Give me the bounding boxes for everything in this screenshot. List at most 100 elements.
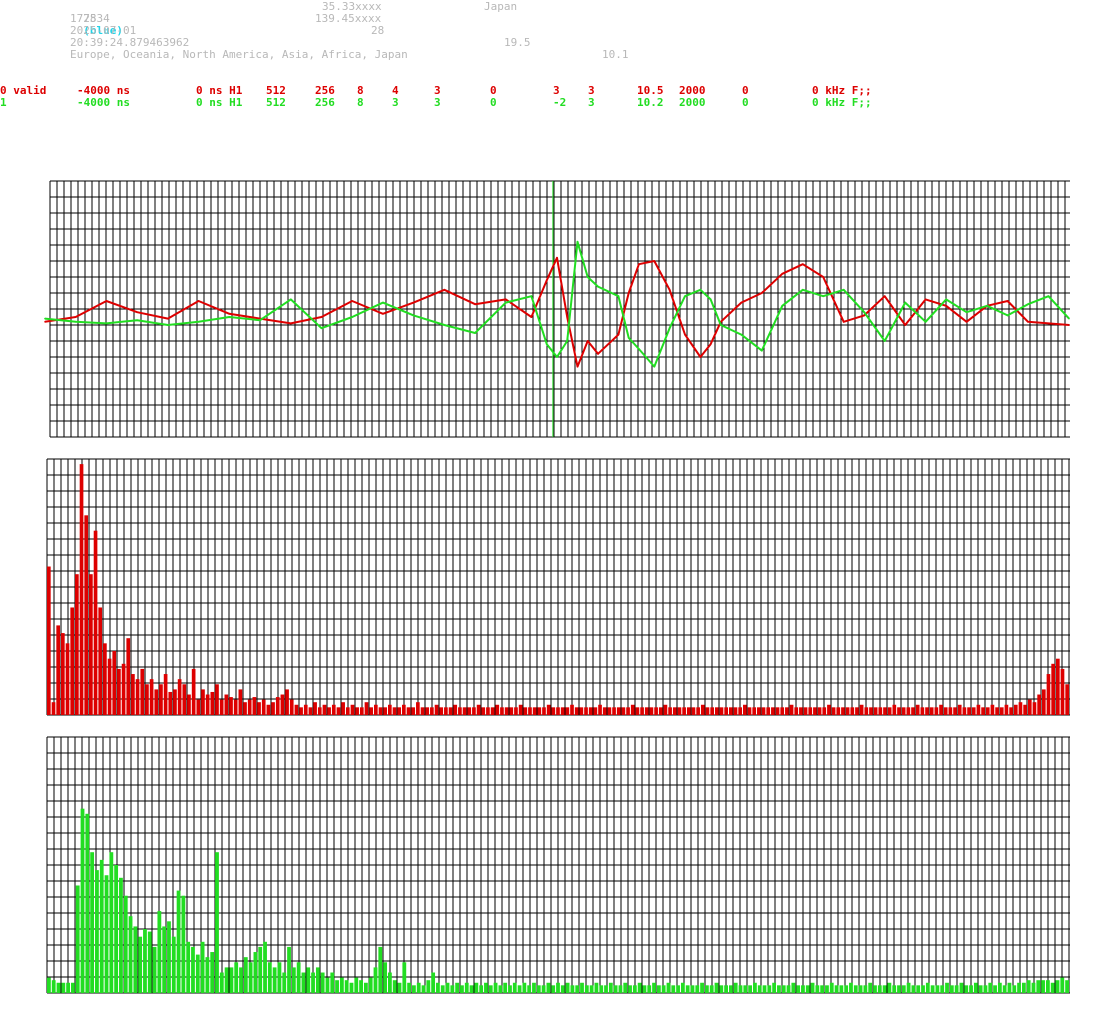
spectrum-bar: [845, 707, 850, 715]
spectrum-bar: [152, 946, 157, 993]
spectrum-bar: [327, 707, 331, 715]
spectrum-bar: [458, 707, 462, 715]
spectrum-bar: [500, 707, 504, 715]
waveform-point: [904, 324, 906, 326]
spectrum-bar: [971, 707, 976, 715]
spectrum-bar: [785, 707, 789, 715]
spectrum-bar: [780, 707, 785, 715]
spectrum-bar: [339, 977, 344, 993]
spectrum-bar: [186, 941, 191, 993]
spectrum-bar: [685, 985, 690, 993]
waveform-point: [412, 314, 415, 317]
spectrum-bar: [430, 707, 434, 715]
waveform-point: [586, 340, 589, 342]
spectrum-bar: [632, 985, 637, 993]
spectrum-bar: [626, 707, 630, 715]
spectrum-bar: [512, 982, 517, 993]
spectrum-bar: [1065, 684, 1069, 715]
spectrum-bar: [224, 694, 229, 715]
spectrum-bar: [1013, 704, 1018, 715]
spectrum-bar: [767, 985, 772, 993]
spectrum-bar: [911, 985, 916, 993]
spectrum-bar: [138, 936, 143, 993]
waveform-point: [1068, 317, 1070, 320]
spectrum-bar: [99, 859, 104, 993]
waveform-point: [105, 300, 108, 302]
spectrum-bar: [883, 707, 887, 715]
waveform-point: [863, 314, 865, 317]
spectrum-bar: [112, 651, 117, 715]
spectrum-bar: [777, 985, 781, 993]
waveform-point: [863, 311, 865, 314]
spectrum-bar: [308, 707, 313, 715]
spectrum-bar: [98, 607, 103, 715]
spectrum-bar: [486, 707, 490, 715]
waveform-point: [197, 321, 200, 323]
spectrum-bar: [593, 707, 598, 715]
spectrum-bar: [724, 985, 728, 993]
spectrum-bar: [331, 704, 336, 715]
spectrum-bar: [243, 702, 247, 715]
spectrum-bar: [915, 704, 920, 715]
spectrum-bar: [690, 985, 695, 993]
spectrum-bar: [1012, 985, 1017, 993]
spectrum-bar: [317, 707, 322, 715]
spectrum-bar: [939, 704, 943, 715]
waveform-point: [505, 301, 507, 304]
waveform-point: [801, 263, 804, 266]
spectrum-bar: [528, 707, 532, 715]
spectrum-bar: [995, 707, 999, 715]
spectrum-bar: [959, 982, 964, 993]
spectrum-bar: [925, 707, 929, 715]
spectrum-bar: [859, 704, 864, 715]
spectrum-bar: [820, 985, 825, 993]
spectrum-bar: [930, 985, 935, 993]
spectrum-bar: [844, 985, 849, 993]
spectrum-bar: [275, 697, 280, 715]
waveform-point: [1047, 295, 1050, 298]
spectrum-bar: [666, 982, 671, 993]
waveform-point: [136, 319, 138, 322]
waveform-point: [586, 276, 589, 278]
spectrum-bar: [509, 707, 514, 715]
spectrum-bar: [948, 707, 953, 715]
spectrum-bar: [762, 985, 767, 993]
waveform-point: [781, 305, 784, 307]
spectrum-bar: [56, 982, 61, 993]
spectrum-bar: [383, 962, 387, 993]
spectrum-bar: [887, 982, 892, 993]
spectrum-bar: [825, 985, 829, 993]
spectrum-bar: [753, 982, 757, 993]
spectrum-bar: [325, 977, 330, 993]
spectrum-bar: [921, 985, 925, 993]
spectrum-bar: [119, 877, 123, 993]
spectrum-bar: [672, 707, 677, 715]
spectrum-bar: [229, 697, 233, 715]
spectrum-bar: [243, 957, 248, 993]
spectrum-bar: [330, 972, 335, 993]
spectrum-bar: [234, 962, 239, 993]
spectrum-bar: [738, 707, 743, 715]
spectrum-bar: [532, 707, 537, 715]
spectrum-bar: [935, 985, 940, 993]
spectrum-bar: [345, 707, 350, 715]
spectrum-bar: [355, 707, 359, 715]
spectrum-bar: [47, 977, 51, 993]
spectrum-bar: [892, 985, 897, 993]
spectrum-bar: [658, 707, 663, 715]
spectrum-bar: [373, 704, 378, 715]
waveform-point: [699, 289, 702, 291]
spectrum-bar: [205, 957, 210, 993]
spectrum-bar: [248, 962, 253, 993]
spectrum-bar: [402, 704, 406, 715]
plots-canvas: [44, 180, 1070, 994]
spectrum-bar: [171, 936, 176, 993]
spectrum-bar: [957, 704, 962, 715]
spectrum-bar: [56, 625, 61, 715]
spectrum-bar: [616, 707, 621, 715]
spectrum-bar: [277, 962, 282, 993]
spectrum-bar: [873, 707, 878, 715]
spectrum-bar: [238, 689, 243, 715]
waveform-point: [761, 292, 763, 294]
waveform-point: [167, 317, 169, 320]
